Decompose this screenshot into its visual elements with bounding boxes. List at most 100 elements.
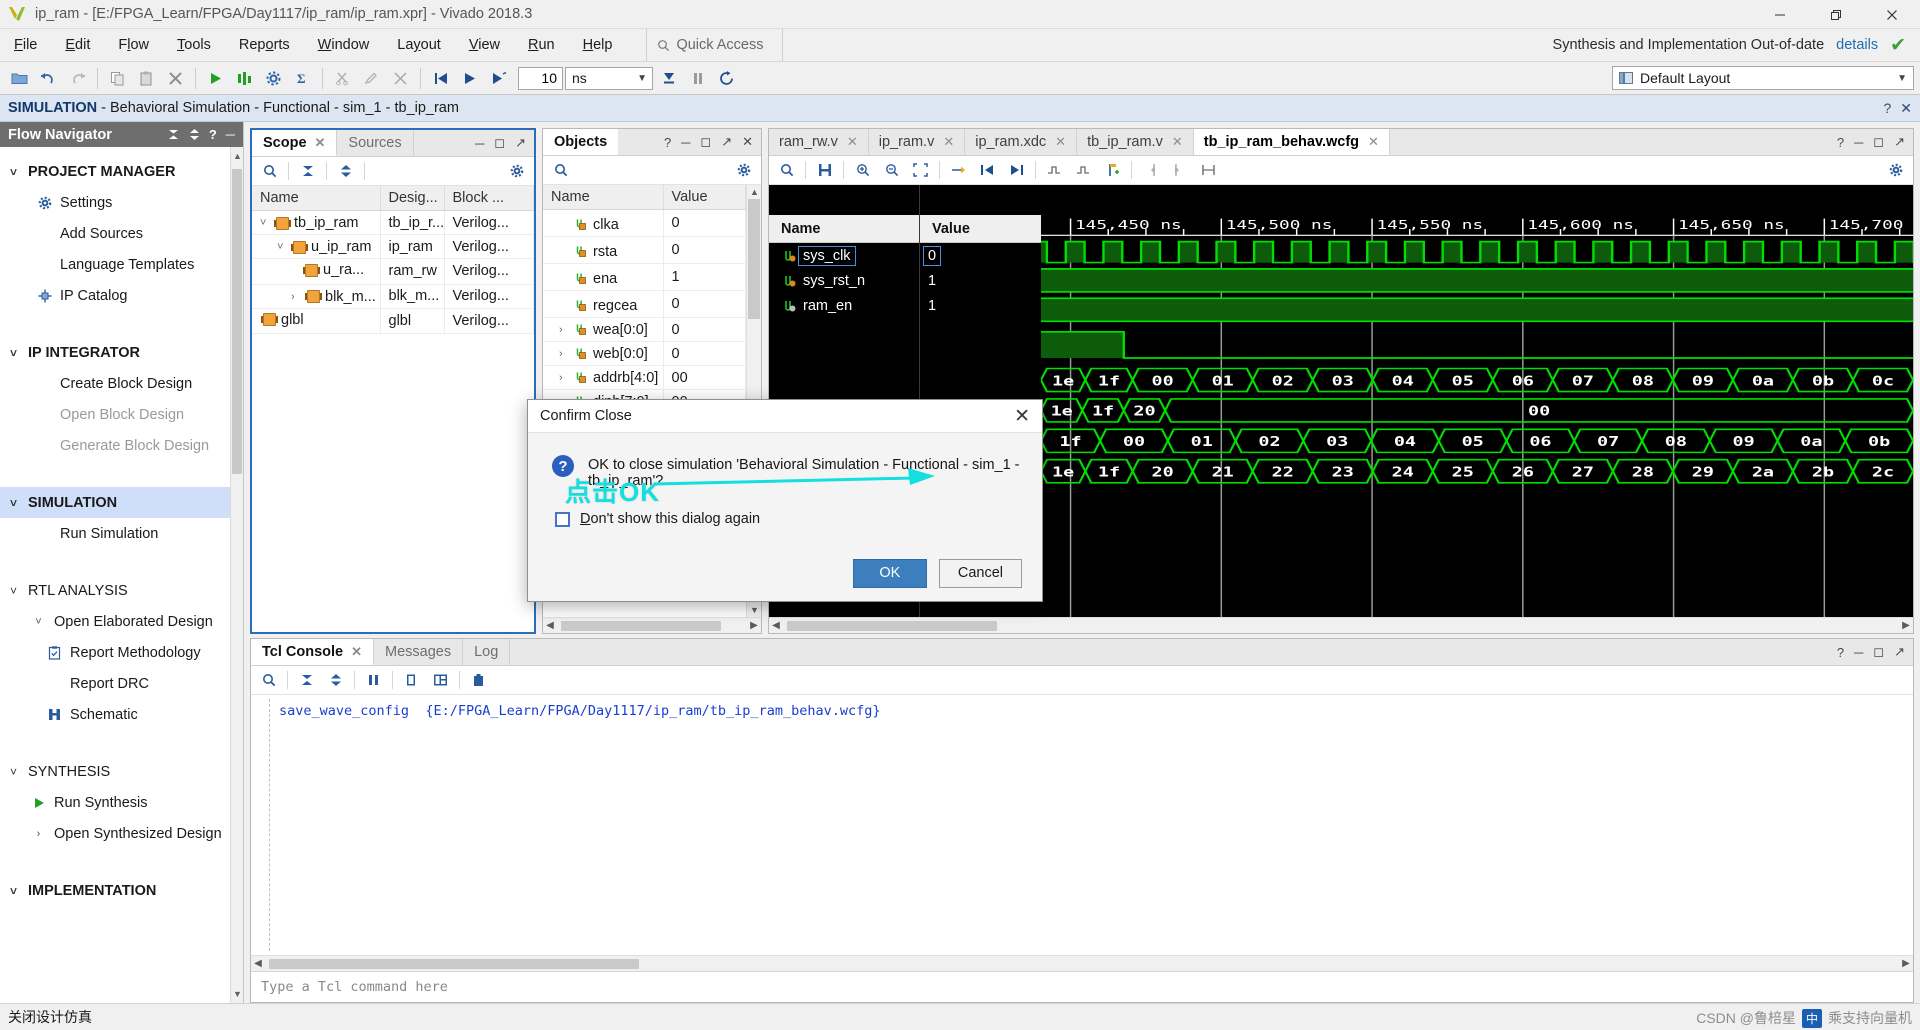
float-icon[interactable]: ↗ (515, 135, 526, 151)
zoom-in-icon[interactable] (849, 158, 876, 182)
gear-icon[interactable] (503, 159, 530, 183)
flownav-item-open-synthesized-design[interactable]: › Open Synthesized Design (0, 818, 243, 849)
cancel-button[interactable]: Cancel (938, 558, 1022, 588)
flownav-item-run-synthesis[interactable]: Run Synthesis (0, 787, 243, 818)
scroll-track[interactable] (265, 958, 1899, 969)
tab-sources[interactable]: Sources (337, 130, 414, 156)
maximize-icon[interactable]: ◻ (494, 135, 505, 151)
chevron-down-icon[interactable]: ˅ (260, 217, 271, 229)
menu-tools[interactable]: Tools (163, 29, 225, 61)
layout-select[interactable]: Default Layout ▼ (1612, 66, 1914, 90)
expand-all-icon[interactable] (332, 159, 359, 183)
table-row[interactable]: clka 0 (543, 209, 746, 237)
ok-button[interactable]: OK (852, 558, 927, 588)
help-icon[interactable]: ? (1837, 135, 1844, 150)
col-design[interactable]: Desig... (380, 186, 445, 211)
tab-tcl-console[interactable]: Tcl Console ✕ (251, 639, 375, 665)
no-entry-icon[interactable] (387, 66, 414, 91)
quick-access[interactable]: Quick Access (646, 29, 783, 61)
clear-icon[interactable] (465, 668, 492, 692)
tcl-output[interactable]: save_wave_config {E:/FPGA_Learn/FPGA/Day… (251, 695, 1913, 955)
next-transition-icon[interactable] (1070, 158, 1097, 182)
scroll-down-icon[interactable]: ▼ (750, 605, 759, 615)
open-project-icon[interactable] (6, 66, 33, 91)
pause-icon[interactable] (360, 668, 387, 692)
scroll-up-icon[interactable]: ▲ (750, 187, 759, 197)
close-icon[interactable]: ✕ (1900, 100, 1912, 117)
paste-icon[interactable] (133, 66, 160, 91)
prev-marker-icon[interactable] (1137, 158, 1164, 182)
table-row[interactable]: regcea 0 (543, 290, 746, 318)
tab-log[interactable]: Log (463, 639, 511, 665)
flownav-item-open-elaborated-design[interactable]: ˅ Open Elaborated Design (0, 606, 243, 637)
scroll-left-icon[interactable]: ◀ (769, 620, 783, 631)
flownav-group-simulation[interactable]: ˅ SIMULATION (0, 487, 243, 518)
compile-icon[interactable] (231, 66, 258, 91)
table-row[interactable]: ˅ u_ip_ram ip_ram Verilog... (252, 234, 534, 259)
minimize-icon[interactable]: ─ (226, 127, 235, 142)
add-marker-icon[interactable] (1099, 158, 1126, 182)
tab-scope[interactable]: Scope ✕ (252, 130, 338, 156)
flownav-item-report-drc[interactable]: Report DRC (0, 668, 243, 699)
waveform-canvas[interactable]: 145,450 ns 145,500 ns 145,550 ns 145,600 ns… (1041, 185, 1913, 617)
close-icon[interactable]: ✕ (943, 134, 954, 150)
close-icon[interactable]: ✕ (1055, 134, 1066, 150)
flownav-group-rtl-analysis[interactable]: ˅ RTL ANALYSIS (0, 575, 243, 606)
tcl-hscrollbar[interactable]: ◀ ▶ (251, 955, 1913, 971)
measure-icon[interactable] (1195, 158, 1222, 182)
close-icon[interactable]: ✕ (1172, 134, 1183, 150)
scroll-right-icon[interactable]: ▶ (1899, 958, 1913, 969)
report-icon[interactable] (427, 668, 454, 692)
settings-icon[interactable] (260, 66, 287, 91)
table-row[interactable]: › blk_m... blk_m... Verilog... (252, 284, 534, 309)
close-icon[interactable]: ✕ (351, 644, 362, 660)
menu-view[interactable]: View (455, 29, 514, 61)
undo-icon[interactable] (35, 66, 62, 91)
scrollbar-thumb[interactable] (561, 620, 721, 631)
menu-edit[interactable]: Edit (51, 29, 104, 61)
maximize-icon[interactable]: ◻ (700, 134, 711, 150)
scrollbar-thumb[interactable] (787, 620, 997, 631)
menu-file[interactable]: File (0, 29, 51, 61)
search-icon[interactable] (773, 158, 800, 182)
flownav-item-open-block-design[interactable]: Open Block Design (0, 399, 243, 430)
flownav-group-ip-integrator[interactable]: ˅ IP INTEGRATOR (0, 337, 243, 368)
menu-window[interactable]: Window (304, 29, 384, 61)
goto-start-icon[interactable] (974, 158, 1001, 182)
chevron-down-icon[interactable]: ˅ (277, 241, 288, 253)
flow-navigator-scrollbar[interactable]: ▲ ▼ (230, 147, 243, 1003)
close-icon[interactable]: ✕ (1014, 405, 1030, 428)
redo-icon[interactable] (64, 66, 91, 91)
flownav-item-report-methodology[interactable]: Report Methodology (0, 637, 243, 668)
chevron-right-icon[interactable]: › (559, 324, 570, 336)
gear-icon[interactable] (730, 158, 757, 182)
tab-messages[interactable]: Messages (374, 639, 464, 665)
sigma-icon[interactable]: Σ (289, 66, 316, 91)
minimize-icon[interactable]: ─ (1854, 135, 1863, 150)
goto-time-icon[interactable] (945, 158, 972, 182)
restore-button[interactable] (1808, 0, 1864, 29)
table-row[interactable]: ˅ tb_ip_ram tb_ip_r... Verilog... (252, 210, 534, 235)
col-block[interactable]: Block ... (444, 186, 534, 211)
checkbox[interactable] (555, 511, 570, 527)
menu-flow[interactable]: Flow (104, 29, 163, 61)
restart-simulation-icon[interactable] (427, 66, 454, 91)
scrollbar-thumb[interactable] (748, 199, 760, 319)
flownav-item-schematic[interactable]: Schematic (0, 699, 243, 730)
prev-transition-icon[interactable] (1041, 158, 1068, 182)
search-icon[interactable] (255, 668, 282, 692)
scrollbar-thumb[interactable] (269, 958, 639, 969)
float-icon[interactable]: ↗ (1894, 644, 1905, 660)
run-for-icon[interactable] (485, 66, 512, 91)
tab-ip_ram-v[interactable]: ip_ram.v ✕ (869, 129, 966, 155)
minimize-icon[interactable]: ─ (681, 135, 690, 150)
table-row[interactable]: glbl glbl Verilog... (252, 308, 534, 334)
help-icon[interactable]: ? (209, 127, 217, 142)
maximize-icon[interactable]: ◻ (1873, 134, 1884, 150)
table-row[interactable]: › wea[0:0] 0 (543, 317, 746, 342)
flownav-item-add-sources[interactable]: Add Sources (0, 218, 243, 249)
waveform-signal-row[interactable]: sys_clk (769, 243, 919, 268)
table-row[interactable]: › addrb[4:0] 00 (543, 365, 746, 390)
chevron-right-icon[interactable]: › (291, 291, 302, 303)
chevron-right-icon[interactable]: › (559, 348, 570, 360)
